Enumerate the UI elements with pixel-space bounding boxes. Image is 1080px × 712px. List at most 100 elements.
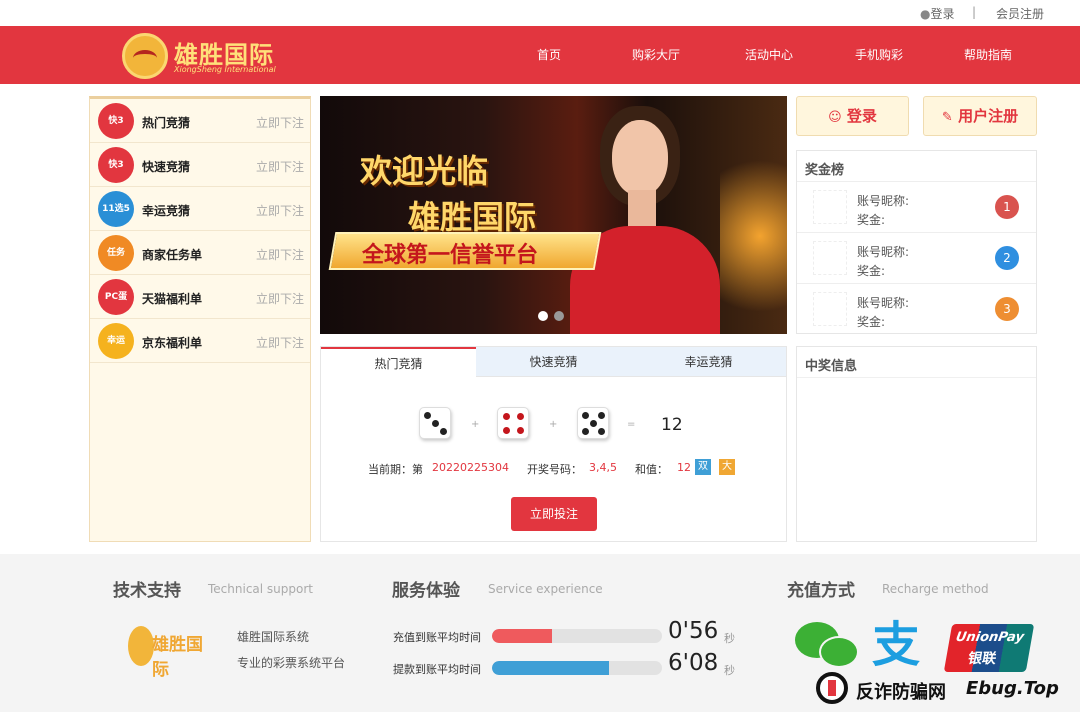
tab-lucky[interactable]: 幸运竞猜 (631, 347, 786, 377)
top-login-link[interactable]: ●登录 (920, 5, 955, 22)
support-subtitle: Technical support (208, 582, 313, 596)
carousel-dot[interactable] (554, 311, 564, 321)
game-sidebar: 快3 热门竞猜 立即下注 快3 快速竞猜 立即下注 11选5 幸运竞猜 立即下注… (89, 96, 311, 542)
plus-sign: + (471, 419, 480, 430)
deposit-time-value: 0'56 (668, 618, 719, 644)
watermark-site: Ebug.Top (966, 678, 1059, 699)
sidebar-bet-link[interactable]: 立即下注 (256, 290, 304, 307)
nav-activity-center[interactable]: 活动中心 (745, 46, 793, 63)
brand-logo[interactable]: 雄胜国际 XiongSheng International (122, 31, 292, 79)
withdraw-time-value: 6'08 (668, 650, 719, 676)
nav-lottery-hall[interactable]: 购彩大厅 (632, 46, 680, 63)
footer-brand-logo: 雄胜国际 (128, 620, 210, 680)
carousel-dot-active[interactable] (538, 311, 548, 321)
tab-fast[interactable]: 快速竞猜 (476, 347, 631, 377)
service-title: 服务体验 (392, 581, 460, 601)
login-button-label: 登录 (846, 107, 877, 125)
main-nav: 雄胜国际 XiongSheng International 首页 购彩大厅 活动… (0, 26, 1080, 84)
sidebar-item-label: 幸运竞猜 (142, 204, 191, 218)
rank-badge: 1 (995, 195, 1019, 219)
top-bar: ●登录 | 会员注册 (0, 0, 1080, 26)
dice-five (577, 407, 609, 439)
tag-even: 双 (695, 459, 711, 475)
prize-leaderboard: 奖金榜 账号昵称: 奖金: 1 账号昵称: 奖金: 2 账号昵称: 奖金: 3 (796, 150, 1037, 334)
sidebar-bet-link[interactable]: 立即下注 (256, 114, 304, 131)
leaderboard-row: 账号昵称: 奖金: 1 (797, 181, 1036, 232)
nickname-label: 账号昵称: (857, 245, 910, 259)
game-icon: 快3 (98, 147, 134, 183)
sidebar-bet-link[interactable]: 立即下注 (256, 334, 304, 351)
watermark: 反诈防骗网 Ebug.Top (816, 670, 1066, 708)
sidebar-item-fast[interactable]: 快3 快速竞猜 立即下注 (90, 143, 310, 187)
user-icon: ☺ (828, 110, 842, 125)
register-button[interactable]: ✎ 用户注册 (923, 96, 1037, 136)
deposit-time-label: 充值到账平均时间 (393, 631, 481, 644)
login-button[interactable]: ☺ 登录 (796, 96, 909, 136)
rank-badge: 2 (995, 246, 1019, 270)
nav-help[interactable]: 帮助指南 (964, 46, 1012, 63)
winning-info-panel: 中奖信息 (796, 346, 1037, 542)
sum-value: 12 (677, 461, 691, 474)
dice-three (419, 407, 451, 439)
sum-label: 和值： (635, 463, 668, 476)
equals-sign: = (627, 419, 636, 430)
sidebar-item-label: 快速竞猜 (142, 160, 191, 174)
nickname-label: 账号昵称: (857, 194, 910, 208)
brand-subtitle: XiongSheng International (174, 65, 276, 74)
banner-headline-1: 欢迎光临 (360, 152, 489, 190)
alipay-icon: 支 (872, 617, 921, 673)
sidebar-item-label: 商家任务单 (142, 248, 203, 262)
game-icon: 快3 (98, 103, 134, 139)
game-icon: 任务 (98, 235, 134, 271)
banner-glow (720, 136, 787, 334)
avatar (813, 190, 847, 224)
withdraw-time-label: 提款到账平均时间 (393, 663, 481, 676)
top-register-link[interactable]: 会员注册 (996, 5, 1044, 22)
dice-sum: 12 (661, 415, 683, 435)
sidebar-item-jd[interactable]: 幸运 京东福利单 立即下注 (90, 319, 310, 363)
plus-sign: + (549, 419, 558, 430)
bet-now-button[interactable]: 立即投注 (511, 497, 597, 531)
prize-label: 奖金: (857, 264, 886, 278)
nav-mobile-lottery[interactable]: 手机购彩 (855, 46, 903, 63)
period-number: 20220225304 (432, 461, 509, 474)
leaderboard-row: 账号昵称: 奖金: 2 (797, 232, 1036, 283)
wechat-pay-icon (795, 618, 865, 674)
user-icon: ● (920, 7, 931, 21)
sidebar-item-label: 天猫福利单 (142, 292, 203, 306)
payment-title: 充值方式 (787, 581, 855, 601)
sidebar-item-lucky[interactable]: 11选5 幸运竞猜 立即下注 (90, 187, 310, 231)
sidebar-bet-link[interactable]: 立即下注 (256, 158, 304, 175)
payment-subtitle: Recharge method (882, 582, 989, 596)
top-login-label: 登录 (930, 7, 955, 21)
deposit-progress-fill (492, 629, 552, 643)
support-title: 技术支持 (113, 581, 181, 601)
avatar (813, 292, 847, 326)
sidebar-bet-link[interactable]: 立即下注 (256, 246, 304, 263)
promo-banner[interactable]: 欢迎光临 雄胜国际 全球第一信誉平台 (320, 96, 787, 334)
winning-info-title: 中奖信息 (805, 359, 858, 374)
avatar (813, 241, 847, 275)
support-line-2: 专业的彩票系统平台 (237, 656, 346, 670)
leaderboard-row: 账号昵称: 奖金: 3 (797, 283, 1036, 334)
game-icon: 11选5 (98, 191, 134, 227)
brand-logo-icon (122, 33, 168, 79)
watermark-logo-icon (816, 672, 848, 704)
tag-big: 大 (719, 459, 735, 475)
rank-badge: 3 (995, 297, 1019, 321)
sidebar-item-label: 热门竞猜 (142, 116, 191, 130)
nav-home[interactable]: 首页 (537, 46, 561, 63)
prize-label: 奖金: (857, 315, 886, 329)
sidebar-item-hot[interactable]: 快3 热门竞猜 立即下注 (90, 99, 310, 143)
sidebar-bet-link[interactable]: 立即下注 (256, 202, 304, 219)
register-button-label: 用户注册 (958, 107, 1019, 125)
withdraw-progress-bar (492, 661, 662, 675)
prize-label: 奖金: (857, 213, 886, 227)
sidebar-item-merchant[interactable]: 任务 商家任务单 立即下注 (90, 231, 310, 275)
pen-icon: ✎ (941, 110, 953, 125)
tab-hot[interactable]: 热门竞猜 (321, 347, 476, 377)
support-line-1: 雄胜国际系统 (237, 630, 310, 644)
dice-four (497, 407, 529, 439)
sidebar-item-tmall[interactable]: PC蛋 天猫福利单 立即下注 (90, 275, 310, 319)
game-panel: 热门竞猜 快速竞猜 幸运竞猜 + + = 12 当前期：第 2022022530… (320, 346, 787, 542)
